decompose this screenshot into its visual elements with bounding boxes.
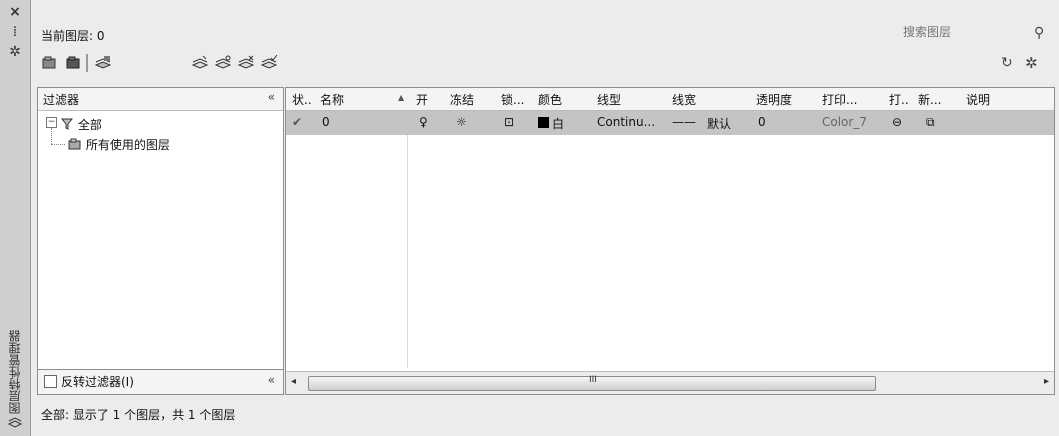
new-group-filter-icon[interactable] — [65, 55, 83, 71]
layer-color-name[interactable]: 白 — [552, 115, 564, 132]
palette-title: 图层特性管理器 — [8, 330, 22, 414]
col-color[interactable]: 颜色 — [538, 91, 562, 108]
filter-panel-footer: 反转过滤器(I) « — [38, 369, 283, 394]
tree-collapse-toggle[interactable]: − — [46, 117, 57, 128]
tree-item-all[interactable]: 全部 — [60, 116, 102, 132]
layer-transparency[interactable]: 0 — [758, 115, 766, 129]
tree-item-label: 所有使用的图层 — [85, 138, 170, 152]
new-layer-vp-frozen-icon[interactable] — [214, 55, 232, 71]
palette-title-strip: × ⁞ ✲ 图层特性管理器 — [0, 0, 31, 436]
layer-stack-icon — [7, 414, 23, 430]
sun-thawed-icon[interactable]: ☼ — [456, 115, 467, 129]
invert-filter-label[interactable]: 反转过滤器(I) — [61, 373, 134, 390]
scroll-right-arrow-icon[interactable]: ▸ — [1044, 376, 1049, 387]
lineweight-sample-icon: —— — [672, 115, 696, 129]
unlocked-padlock-icon[interactable]: ⊡ — [504, 115, 514, 129]
collapse-filter-panel-icon[interactable]: « — [268, 90, 275, 104]
layer-properties-manager: 当前图层: 0 ⚲ ↻ ✲ 过滤器 « − 全部 — [31, 0, 1059, 436]
horizontal-scrollbar[interactable]: ◂ III ▸ — [286, 371, 1054, 394]
col-lock[interactable]: 锁... — [501, 91, 524, 108]
layer-plot-style: Color_7 — [822, 115, 867, 129]
tree-connector — [51, 144, 65, 146]
search-icon[interactable]: ⚲ — [1034, 25, 1044, 41]
toolbar-separator — [86, 54, 88, 72]
search-layers-input[interactable] — [899, 22, 1027, 42]
printer-icon[interactable]: ⊖ — [892, 115, 902, 129]
col-lineweight[interactable]: 线宽 — [672, 91, 696, 108]
filter-folder-icon — [68, 138, 81, 150]
collapse-filter-panel-icon[interactable]: « — [268, 373, 275, 387]
filter-panel-header: 过滤器 « — [38, 88, 283, 111]
properties-icon[interactable]: ✲ — [7, 44, 23, 60]
col-plot-style[interactable]: 打印... — [822, 91, 857, 108]
column-divider — [407, 135, 408, 368]
close-icon[interactable]: × — [7, 4, 23, 20]
current-layer-label: 当前图层: 0 — [41, 29, 105, 43]
layer-lineweight[interactable]: 默认 — [707, 115, 731, 132]
auto-hide-icon[interactable]: ⁞ — [7, 24, 23, 40]
tree-connector — [51, 128, 53, 144]
layer-name[interactable]: 0 — [322, 115, 330, 129]
lightbulb-on-icon[interactable]: ♀ — [419, 115, 428, 129]
layer-list-grid: 状.. 名称 ▲ 开 冻结 锁... 颜色 线型 线宽 透明度 打印... 打.… — [285, 87, 1055, 395]
col-linetype[interactable]: 线型 — [597, 91, 621, 108]
col-plot[interactable]: 打.. — [889, 91, 909, 108]
col-on[interactable]: 开 — [416, 91, 428, 108]
settings-icon[interactable]: ✲ — [1025, 54, 1038, 72]
layer-linetype[interactable]: Continu... — [597, 115, 655, 129]
grid-header: 状.. 名称 ▲ 开 冻结 锁... 颜色 线型 线宽 透明度 打印... 打.… — [286, 88, 1054, 111]
col-freeze[interactable]: 冻结 — [450, 91, 474, 108]
new-property-filter-icon[interactable] — [41, 55, 59, 71]
filter-icon — [60, 118, 74, 130]
color-swatch[interactable] — [538, 117, 549, 128]
col-new-vp-freeze[interactable]: 新... — [918, 91, 941, 108]
tree-item-all-used-layers[interactable]: 所有使用的图层 — [68, 136, 170, 152]
layer-states-manager-icon[interactable] — [94, 55, 112, 71]
sort-ascending-icon: ▲ — [398, 93, 405, 102]
new-layer-icon[interactable] — [191, 55, 209, 71]
scroll-left-arrow-icon[interactable]: ◂ — [291, 376, 296, 387]
current-layer-check-icon: ✔ — [292, 115, 303, 129]
delete-layer-icon[interactable] — [237, 55, 255, 71]
col-status[interactable]: 状.. — [292, 91, 312, 108]
status-bar-text: 全部: 显示了 1 个图层，共 1 个图层 — [41, 408, 236, 422]
table-row[interactable]: ✔ 0 ♀ ☼ ⊡ 白 Continu... —— 默认 0 Color_7 ⊖… — [286, 111, 1054, 135]
refresh-icon[interactable]: ↻ — [1001, 55, 1013, 71]
filter-panel-title: 过滤器 — [43, 93, 80, 107]
scroll-grip: III — [589, 375, 597, 385]
scroll-thumb[interactable]: III — [308, 375, 876, 391]
col-name[interactable]: 名称 — [320, 91, 344, 108]
col-transparency[interactable]: 透明度 — [756, 91, 792, 108]
new-vp-freeze-icon[interactable]: ⧉ — [926, 115, 935, 130]
col-description[interactable]: 说明 — [966, 91, 990, 108]
set-current-icon[interactable] — [260, 55, 278, 71]
invert-filter-checkbox[interactable] — [44, 375, 57, 388]
tree-item-label: 全部 — [77, 118, 102, 132]
filter-tree-panel: 过滤器 « − 全部 所有使用的图层 反转过滤器(I) « — [37, 87, 284, 395]
